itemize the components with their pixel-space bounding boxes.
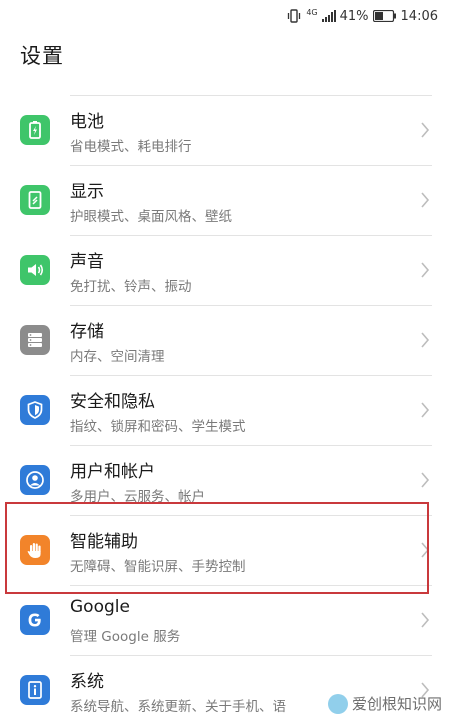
battery-percent: 41%: [339, 8, 369, 24]
item-subtitle: 系统导航、系统更新、关于手机、语: [70, 699, 286, 715]
item-title: 电池: [70, 112, 104, 132]
settings-item-google[interactable]: Google 管理 Google 服务: [0, 585, 450, 655]
item-title: 系统: [70, 672, 104, 692]
watermark: 爱创根知识网: [327, 693, 442, 714]
status-bar: 4G 41% 14:06: [0, 0, 450, 32]
vibrate-icon: [286, 9, 302, 23]
chevron-right-icon: [421, 402, 430, 418]
battery-icon: [20, 115, 50, 145]
settings-item-sound[interactable]: 声音 免打扰、铃声、振动: [0, 235, 450, 305]
settings-item-display[interactable]: 显示 护眼模式、桌面风格、壁纸: [0, 165, 450, 235]
shield-icon: [20, 395, 50, 425]
chevron-right-icon: [421, 612, 430, 628]
item-subtitle: 无障碍、智能识屏、手势控制: [70, 559, 246, 575]
settings-item-smart-assist[interactable]: 智能辅助 无障碍、智能识屏、手势控制: [0, 515, 450, 585]
item-title: 用户和帐户: [70, 462, 155, 482]
item-title: 显示: [70, 182, 104, 202]
divider: [70, 165, 432, 166]
storage-icon: [20, 325, 50, 355]
chevron-right-icon: [421, 122, 430, 138]
chevron-right-icon: [421, 192, 430, 208]
settings-item-system[interactable]: 系统 系统导航、系统更新、关于手机、语: [0, 655, 450, 725]
info-icon: [20, 675, 50, 705]
google-icon: [20, 605, 50, 635]
clock: 14:06: [400, 8, 438, 24]
user-icon: [20, 465, 50, 495]
settings-item-storage[interactable]: 存储 内存、空间清理: [0, 305, 450, 375]
divider: [70, 515, 432, 516]
item-subtitle: 指纹、锁屏和密码、学生模式: [70, 419, 246, 435]
divider: [70, 95, 432, 96]
divider: [70, 585, 432, 586]
chevron-right-icon: [421, 472, 430, 488]
network-type: 4G: [306, 8, 318, 17]
settings-item-security-privacy[interactable]: 安全和隐私 指纹、锁屏和密码、学生模式: [0, 375, 450, 445]
divider: [70, 655, 432, 656]
settings-list: 电池 省电模式、耗电排行 显示 护眼模式、桌面风格、壁纸 声音 免打扰、铃声、振…: [0, 95, 450, 725]
item-subtitle: 多用户、云服务、帐户: [70, 489, 205, 505]
chevron-right-icon: [421, 332, 430, 348]
hand-icon: [20, 535, 50, 565]
battery-status-icon: [372, 10, 397, 22]
item-subtitle: 省电模式、耗电排行: [70, 139, 192, 155]
item-subtitle: 护眼模式、桌面风格、壁纸: [70, 209, 232, 225]
item-title: 安全和隐私: [70, 392, 155, 412]
divider: [70, 305, 432, 306]
display-icon: [20, 185, 50, 215]
signal-icon: [321, 10, 336, 22]
item-subtitle: 免打扰、铃声、振动: [70, 279, 192, 295]
item-subtitle: 内存、空间清理: [70, 349, 165, 365]
chevron-right-icon: [421, 262, 430, 278]
item-title: 声音: [70, 252, 104, 272]
page-title: 设置: [20, 44, 64, 68]
item-subtitle: 管理 Google 服务: [70, 629, 181, 645]
chevron-right-icon: [421, 542, 430, 558]
speaker-icon: [20, 255, 50, 285]
item-title: 智能辅助: [70, 532, 138, 552]
settings-item-battery[interactable]: 电池 省电模式、耗电排行: [0, 95, 450, 165]
divider: [70, 445, 432, 446]
divider: [70, 375, 432, 376]
divider: [70, 235, 432, 236]
item-title: Google: [70, 597, 130, 617]
settings-item-users-accounts[interactable]: 用户和帐户 多用户、云服务、帐户: [0, 445, 450, 515]
watermark-logo-icon: [327, 693, 348, 714]
watermark-text: 爱创根知识网: [351, 695, 442, 713]
item-title: 存储: [70, 322, 104, 342]
